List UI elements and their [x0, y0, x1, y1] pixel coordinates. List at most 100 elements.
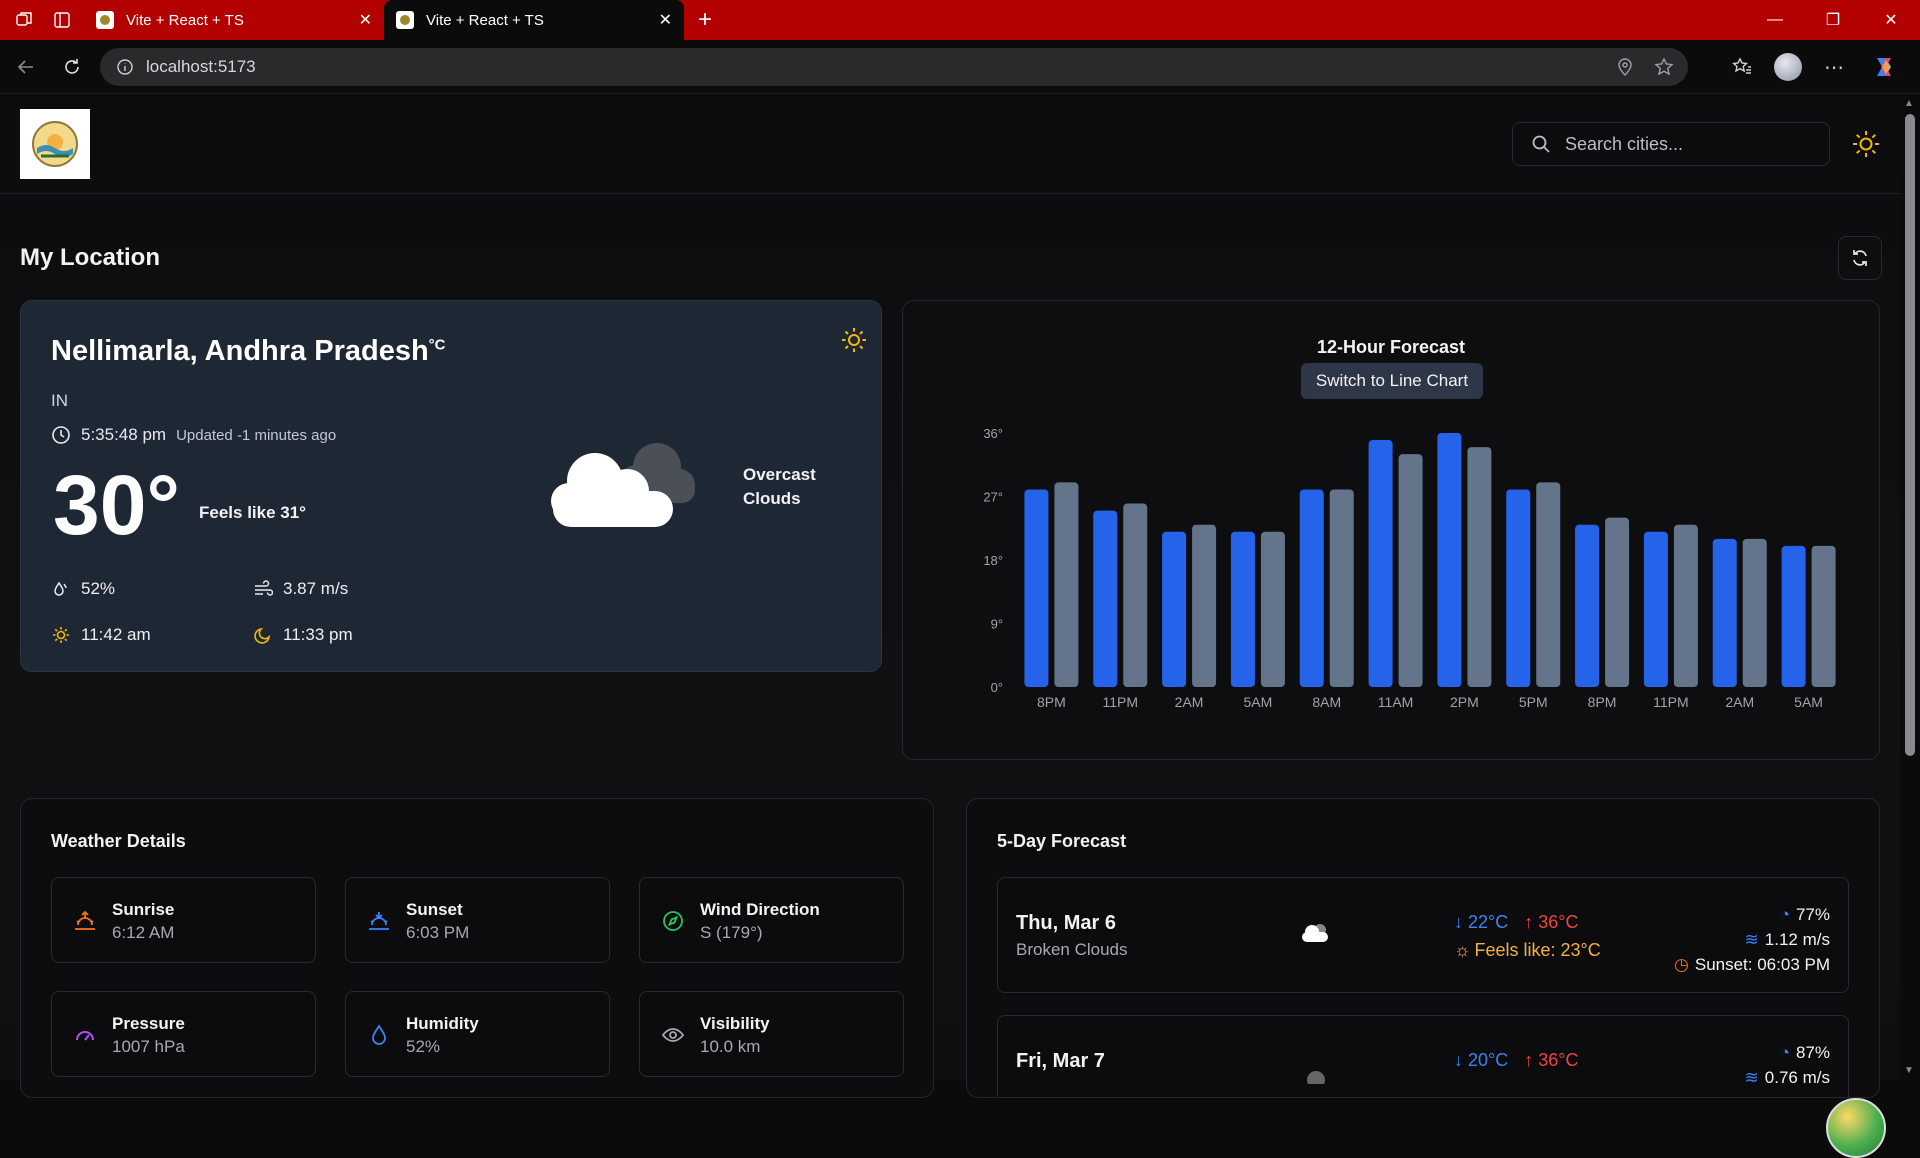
chart-bar[interactable]: [1024, 489, 1049, 687]
browser-tab[interactable]: Vite + React + TS ✕: [84, 0, 384, 40]
chart-bar[interactable]: [1467, 447, 1492, 687]
y-tick-label: 36°: [983, 426, 1003, 441]
weather-details-card: Weather Details Sunrise 6:12 AM Sunset 6…: [20, 798, 934, 1098]
chart-bar[interactable]: [1329, 489, 1354, 687]
clock-icon: [52, 426, 70, 444]
chart-bar[interactable]: [1368, 440, 1393, 687]
page-title: My Location: [20, 244, 161, 271]
chart-bar[interactable]: [1536, 482, 1561, 687]
chart-bar[interactable]: [1054, 482, 1079, 687]
chart-bar[interactable]: [1299, 489, 1324, 687]
detail-tile: Sunrise 6:12 AM: [51, 877, 316, 963]
city-search[interactable]: [1512, 122, 1830, 166]
humidity-stat: 52%: [51, 579, 115, 599]
chart-bar[interactable]: [1712, 538, 1737, 687]
cloud-icon: [1298, 920, 1334, 951]
theme-toggle-sun-icon[interactable]: [1848, 126, 1884, 162]
refresh-button[interactable]: [1838, 236, 1882, 280]
close-tab-icon[interactable]: ✕: [359, 10, 372, 30]
address-bar-row: localhost:5173 ⋯: [0, 40, 1920, 94]
weather-app: My Location Nellimarla, Andhra Pradesh°C…: [0, 94, 1900, 1158]
search-input[interactable]: [1565, 133, 1805, 155]
x-tick-label: 11AM: [1378, 694, 1414, 710]
forecast-feels-like: ☼ Feels like: 23°C: [1454, 940, 1601, 960]
profile-avatar[interactable]: [1768, 48, 1808, 86]
vertical-tabs-icon[interactable]: [48, 6, 76, 34]
workspaces-icon[interactable]: [10, 6, 38, 34]
tab-title: Vite + React + TS: [126, 11, 244, 29]
detail-tile: Sunset 6:03 PM: [345, 877, 610, 963]
x-tick-label: 5AM: [1794, 694, 1823, 710]
sunrise-stat: 11:42 am: [51, 625, 151, 645]
chart-bar[interactable]: [1162, 531, 1187, 687]
more-menu-icon[interactable]: ⋯: [1814, 48, 1854, 86]
feels-like: Feels like 31°: [199, 503, 306, 522]
sun-icon: [839, 325, 869, 360]
close-window-icon[interactable]: ✕: [1862, 0, 1920, 40]
y-tick-label: 0°: [991, 680, 1003, 695]
back-icon[interactable]: [6, 47, 46, 87]
browser-tab-active[interactable]: Vite + React + TS ✕: [384, 0, 684, 40]
detail-label: Visibility: [700, 1014, 770, 1033]
new-tab-icon[interactable]: +: [698, 6, 712, 34]
chart-bar[interactable]: [1781, 545, 1806, 687]
forecast-temps: ↓ 20°C ↑ 36°C: [1454, 1050, 1578, 1071]
page-scrollbar[interactable]: ▲ ▼: [1900, 94, 1920, 1080]
close-tab-icon[interactable]: ✕: [659, 10, 672, 30]
location-icon[interactable]: [1616, 57, 1634, 77]
detail-value: 1007 hPa: [112, 1037, 185, 1056]
url-field[interactable]: localhost:5173: [100, 48, 1688, 86]
reload-icon[interactable]: [52, 47, 92, 87]
detail-label: Pressure: [112, 1014, 185, 1033]
y-tick-label: 18°: [983, 553, 1003, 568]
maximize-icon[interactable]: ❐: [1804, 0, 1862, 40]
chart-bar[interactable]: [1093, 510, 1118, 687]
favicon-icon: [396, 11, 414, 29]
chart-bar[interactable]: [1260, 531, 1285, 687]
chart-bar[interactable]: [1398, 454, 1423, 687]
chart-bar[interactable]: [1605, 517, 1630, 687]
forecast-day-row[interactable]: Thu, Mar 6 Broken Clouds ↓ 22°C ↑ 36°C ☼…: [997, 877, 1849, 993]
favorites-icon[interactable]: [1722, 48, 1762, 86]
x-tick-label: 11PM: [1653, 694, 1689, 710]
humidity-icon: [51, 579, 71, 599]
chart-bar[interactable]: [1506, 489, 1531, 687]
copilot-icon[interactable]: [1864, 48, 1904, 86]
chart-bar[interactable]: [1230, 531, 1255, 687]
forecast-wind: ≋ 1.12 m/s: [1674, 927, 1830, 952]
x-tick-label: 2AM: [1175, 694, 1204, 710]
chart-bar[interactable]: [1643, 531, 1668, 687]
chart-bar[interactable]: [1437, 433, 1462, 687]
forecast-temps: ↓ 22°C ↑ 36°C: [1454, 912, 1578, 933]
switch-chart-button[interactable]: Switch to Line Chart: [1301, 363, 1483, 399]
detail-value: 52%: [406, 1037, 441, 1056]
detail-label: Humidity: [406, 1014, 479, 1033]
updated-text: Updated -1 minutes ago: [176, 426, 337, 444]
site-info-icon[interactable]: [116, 58, 134, 76]
chart-bar[interactable]: [1123, 503, 1148, 687]
scroll-up-icon[interactable]: ▲: [1904, 98, 1914, 109]
tab-title: Vite + React + TS: [426, 11, 544, 29]
forecast-day-name: Thu, Mar 6: [1016, 912, 1117, 934]
chart-bar[interactable]: [1575, 524, 1600, 687]
x-tick-label: 8PM: [1588, 694, 1617, 710]
assistant-avatar-button[interactable]: [1826, 1098, 1886, 1158]
scroll-down-icon[interactable]: ▼: [1904, 1065, 1914, 1076]
scrollbar-thumb[interactable]: [1905, 114, 1915, 756]
app-logo[interactable]: [20, 109, 90, 179]
detail-tile: Humidity 52%: [345, 991, 610, 1077]
chart-bar[interactable]: [1742, 538, 1767, 687]
forecast-title: 5-Day Forecast: [997, 831, 1127, 851]
forecast-day-row[interactable]: Fri, Mar 7 ↓ 20°C ↑ 36°C ◔ 87% ≋ 0.76 m/s: [997, 1015, 1849, 1097]
chart-bar[interactable]: [1811, 545, 1836, 687]
chart-bar[interactable]: [1673, 524, 1698, 687]
chart-bar[interactable]: [1192, 524, 1217, 687]
forecast-low: ↓ 20°C: [1454, 1050, 1509, 1070]
thermometer-sun-icon: ☼: [1454, 940, 1471, 960]
forecast-high: ↑ 36°C: [1524, 912, 1579, 932]
favorite-star-icon[interactable]: [1654, 57, 1674, 77]
forecast-extra: ◔ 87% ≋ 0.76 m/s: [1745, 1040, 1830, 1090]
compass-icon: [660, 908, 686, 934]
minimize-icon[interactable]: —: [1746, 0, 1804, 40]
forecast-humidity: ◔ 87%: [1745, 1040, 1830, 1065]
